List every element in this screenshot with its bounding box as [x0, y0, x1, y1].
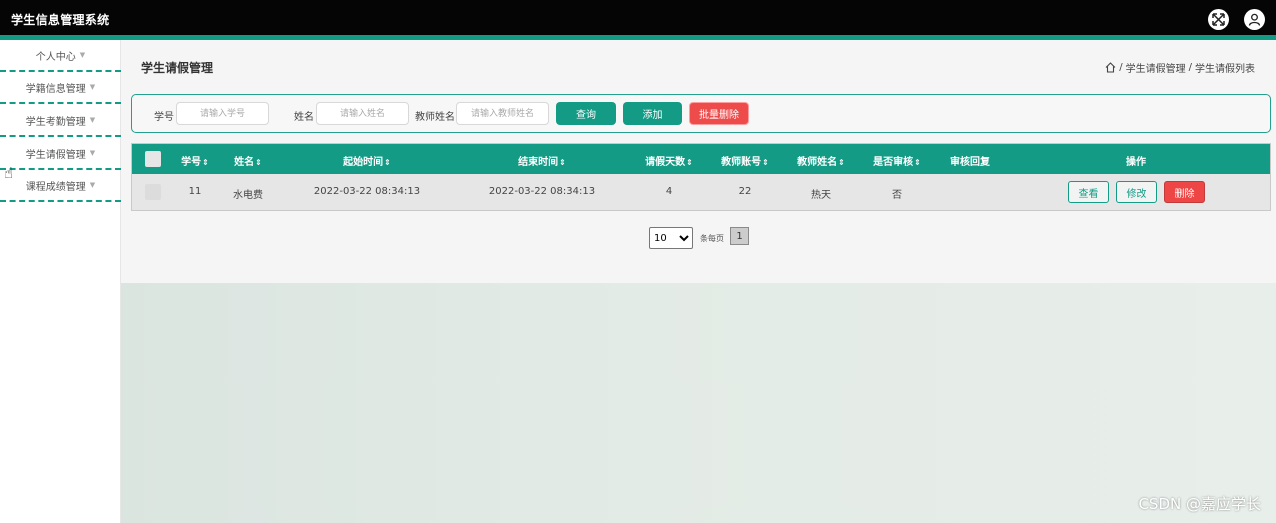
- app-title: 学生信息管理系统: [11, 13, 110, 27]
- name-label: 姓名: [294, 112, 314, 123]
- sort-icon: ⇕: [686, 158, 693, 167]
- leave-table: 学号⇕ 姓名⇕ 起始时间⇕ 结束时间⇕ 请假天数⇕ 教师账号⇕ 教师姓名⇕ 是否…: [131, 143, 1271, 211]
- table-row: 11 水电费 2022-03-22 08:34:13 2022-03-22 08…: [132, 174, 1270, 210]
- caret-down-icon: ▼: [89, 116, 96, 124]
- breadcrumb: / 学生请假管理 / 学生请假列表: [1105, 60, 1255, 75]
- breadcrumb-separator: /: [1188, 62, 1192, 73]
- page-size-select[interactable]: 10 20 30: [649, 227, 693, 249]
- page-title: 学生请假管理: [141, 61, 214, 75]
- home-icon[interactable]: [1105, 62, 1116, 73]
- edit-button[interactable]: 修改: [1116, 181, 1157, 203]
- cell-start-time: 2022-03-22 08:34:13: [313, 186, 421, 197]
- sidebar-item-label: 学籍信息管理: [25, 83, 86, 95]
- column-header-teacher-name[interactable]: 教师姓名⇕: [797, 153, 845, 168]
- batch-delete-button[interactable]: 批量删除: [689, 102, 749, 125]
- cell-name: 水电费: [233, 190, 263, 201]
- teacher-name-label: 教师姓名: [415, 112, 455, 123]
- column-header-student-id[interactable]: 学号⇕: [181, 153, 209, 168]
- sort-icon: ⇕: [559, 158, 566, 167]
- watermark: CSDN @嘉应学长: [1138, 495, 1261, 513]
- hand-cursor-icon: ☝: [4, 164, 14, 182]
- select-all-checkbox[interactable]: [145, 151, 161, 167]
- column-header-review-reply: 审核回复: [950, 157, 990, 168]
- sidebar-item-label: 学生请假管理: [25, 149, 86, 161]
- sidebar-item-attendance[interactable]: 学生考勤管理 ▼: [0, 105, 121, 137]
- header-accent-line: [0, 35, 1276, 40]
- sidebar-item-label: 课程成绩管理: [25, 181, 86, 193]
- sidebar-item-student-status[interactable]: 学籍信息管理 ▼: [0, 72, 121, 104]
- cell-teacher-account: 22: [738, 186, 752, 197]
- sort-icon: ⇕: [384, 158, 391, 167]
- column-header-reviewed[interactable]: 是否审核⇕: [873, 153, 921, 168]
- caret-down-icon: ▼: [89, 149, 96, 157]
- cell-reviewed: 否: [892, 190, 902, 201]
- column-header-name[interactable]: 姓名⇕: [234, 153, 262, 168]
- caret-down-icon: ▼: [79, 51, 86, 59]
- row-checkbox[interactable]: [145, 184, 161, 200]
- sidebar: 个人中心 ▼ 学籍信息管理 ▼ 学生考勤管理 ▼ 学生请假管理 ▼ 课程成绩管理 ▼: [0, 40, 121, 523]
- column-header-teacher-account[interactable]: 教师账号⇕: [721, 153, 769, 168]
- student-id-input[interactable]: [176, 102, 269, 125]
- cell-leave-days: 4: [665, 186, 673, 197]
- teacher-name-input[interactable]: [456, 102, 549, 125]
- content-background: [121, 283, 1276, 523]
- sidebar-item-grades[interactable]: 课程成绩管理 ▼: [0, 170, 121, 202]
- caret-down-icon: ▼: [89, 181, 96, 189]
- sidebar-item-label: 个人中心: [35, 51, 76, 63]
- cell-student-id: 11: [188, 186, 202, 197]
- delete-button[interactable]: 删除: [1164, 181, 1205, 203]
- page-number-button[interactable]: 1: [730, 227, 749, 245]
- per-page-label: 条每页: [700, 234, 724, 243]
- breadcrumb-item-leave-list: 学生请假列表: [1195, 64, 1255, 75]
- breadcrumb-separator: /: [1119, 62, 1123, 73]
- sort-icon: ⇕: [762, 158, 769, 167]
- sidebar-item-personal-center[interactable]: 个人中心 ▼: [0, 40, 121, 72]
- breadcrumb-item-leave-management[interactable]: 学生请假管理: [1126, 60, 1186, 75]
- top-bar: 学生信息管理系统: [0, 0, 1276, 35]
- user-menu-button[interactable]: [1244, 9, 1265, 30]
- sort-icon: ⇕: [202, 158, 209, 167]
- column-header-end-time[interactable]: 结束时间⇕: [518, 153, 566, 168]
- sort-icon: ⇕: [838, 158, 845, 167]
- user-icon: [1248, 13, 1261, 26]
- add-button[interactable]: 添加: [623, 102, 682, 125]
- column-header-leave-days[interactable]: 请假天数⇕: [645, 153, 693, 168]
- name-input[interactable]: [316, 102, 409, 125]
- table-header: 学号⇕ 姓名⇕ 起始时间⇕ 结束时间⇕ 请假天数⇕ 教师账号⇕ 教师姓名⇕ 是否…: [132, 144, 1270, 174]
- column-header-start-time[interactable]: 起始时间⇕: [343, 153, 391, 168]
- sidebar-item-leave[interactable]: 学生请假管理 ▼: [0, 138, 121, 170]
- column-header-actions: 操作: [1126, 157, 1146, 168]
- cell-end-time: 2022-03-22 08:34:13: [488, 186, 596, 197]
- view-button[interactable]: 查看: [1068, 181, 1109, 203]
- cell-teacher-name: 热天: [811, 190, 831, 201]
- sort-icon: ⇕: [255, 158, 262, 167]
- expand-arrows-icon: [1212, 13, 1225, 26]
- student-id-label: 学号: [154, 112, 174, 123]
- query-button[interactable]: 查询: [556, 102, 616, 125]
- sort-icon: ⇕: [914, 158, 921, 167]
- sidebar-item-label: 学生考勤管理: [25, 116, 86, 128]
- fullscreen-toggle-button[interactable]: [1208, 9, 1229, 30]
- caret-down-icon: ▼: [89, 83, 96, 91]
